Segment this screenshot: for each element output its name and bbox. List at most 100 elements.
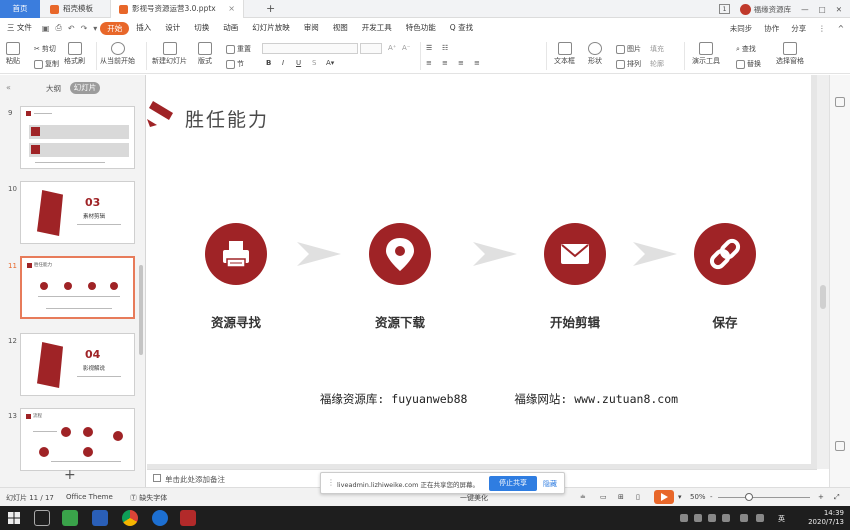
menu-insert[interactable]: 插入	[129, 18, 158, 38]
shape-button[interactable]: 形状	[588, 42, 602, 66]
tab-templates[interactable]: 稻壳模板	[42, 0, 106, 18]
add-slide-button[interactable]: +	[64, 467, 76, 483]
menu-search[interactable]: Q 查找	[443, 18, 480, 38]
fit-window-icon[interactable]: ⤢	[834, 493, 840, 502]
paste-button[interactable]: 粘贴	[6, 42, 20, 66]
tab-document[interactable]: 影视号资源运营3.0.pptx ×	[110, 0, 244, 18]
network-icon[interactable]	[740, 514, 748, 522]
menu-review[interactable]: 审阅	[297, 18, 326, 38]
wechat-icon[interactable]	[62, 510, 78, 526]
input-method[interactable]: 英	[778, 514, 785, 524]
layout-button[interactable]: 版式	[198, 42, 212, 66]
arrange-button[interactable]: 排列	[616, 59, 641, 69]
slide-thumbnail-10[interactable]: 03 素材剪辑	[20, 181, 135, 244]
print-icon[interactable]: ⎙	[52, 23, 64, 33]
replace-button[interactable]: 替换	[736, 59, 761, 69]
picture-button[interactable]: 图片	[616, 44, 641, 54]
panel-scrollbar[interactable]	[139, 265, 143, 355]
tray-icon[interactable]	[708, 514, 716, 522]
zoom-slider-knob[interactable]	[745, 493, 753, 501]
menu-transition[interactable]: 切换	[187, 18, 216, 38]
menu-slideshow[interactable]: 幻灯片放映	[245, 18, 297, 38]
underline-icon[interactable]: U	[296, 59, 301, 67]
normal-view-icon[interactable]: ▭	[600, 493, 607, 501]
textbox-button[interactable]: 文本框	[554, 42, 575, 66]
menu-animation[interactable]: 动画	[216, 18, 245, 38]
hide-banner-link[interactable]: 隐藏	[543, 479, 557, 489]
volume-icon[interactable]	[756, 514, 764, 522]
slide-thumbnail-12[interactable]: 04 影视解说	[20, 333, 135, 396]
collapse-panel-icon[interactable]: «	[6, 83, 11, 92]
close-tab-icon[interactable]: ×	[228, 0, 235, 18]
fill-button[interactable]: 填充	[650, 44, 664, 54]
windows-start-icon[interactable]	[8, 512, 20, 524]
slide-thumbnail-9[interactable]	[20, 106, 135, 169]
chrome-icon[interactable]	[122, 510, 138, 526]
play-menu-icon[interactable]: ▾	[678, 493, 682, 501]
selection-pane-button[interactable]: 选择窗格	[776, 42, 804, 66]
redo-icon[interactable]: ↷	[78, 24, 91, 33]
theme-name[interactable]: Office Theme	[66, 493, 113, 501]
more-options-icon[interactable]: ⋮	[818, 24, 826, 33]
wps-icon[interactable]	[180, 510, 196, 526]
slide-thumbnail-11[interactable]: 胜任能力	[20, 256, 135, 319]
tab-home[interactable]: 首页	[0, 0, 40, 18]
more-icon[interactable]: ▾	[90, 24, 100, 33]
menu-design[interactable]: 设计	[158, 18, 187, 38]
align-right-icon[interactable]: ≡	[458, 59, 464, 67]
tab-outline[interactable]: 大纲	[46, 83, 61, 94]
reading-view-icon[interactable]: ▯	[636, 493, 640, 501]
new-tab-button[interactable]: +	[266, 0, 275, 18]
tab-slides[interactable]: 幻灯片	[70, 82, 100, 94]
zoom-level[interactable]: 50%	[690, 493, 706, 501]
scrollbar-thumb[interactable]	[820, 285, 826, 309]
minimize-icon[interactable]: —	[801, 5, 809, 14]
collaborate-button[interactable]: 协作	[764, 23, 779, 34]
slideshow-play-button[interactable]	[654, 490, 674, 504]
save-icon[interactable]: ▣	[39, 24, 53, 33]
tray-icon[interactable]	[722, 514, 730, 522]
stop-sharing-button[interactable]: 停止共享	[489, 476, 537, 491]
slide-sorter-icon[interactable]: ⊞	[618, 493, 624, 501]
beautify-button[interactable]: 一键美化	[460, 493, 488, 503]
missing-font-button[interactable]: Ⓣ 缺失字体	[130, 493, 167, 503]
drag-handle-icon[interactable]: ⋮	[327, 478, 335, 487]
notes-toggle-icon[interactable]: ≐	[580, 493, 586, 501]
clock[interactable]: 14:39 2020/7/13	[808, 509, 844, 527]
close-window-icon[interactable]: ✕	[836, 5, 842, 14]
undo-icon[interactable]: ↶	[65, 24, 78, 33]
numbering-icon[interactable]: ☷	[442, 44, 448, 52]
menu-home[interactable]: 开始	[100, 21, 130, 35]
menu-features[interactable]: 特色功能	[399, 18, 443, 38]
tray-icon[interactable]	[680, 514, 688, 522]
app-icon[interactable]	[92, 510, 108, 526]
zoom-in-button[interactable]: +	[818, 493, 824, 501]
outline-button[interactable]: 轮廓	[650, 59, 664, 69]
slide-thumbnail-13[interactable]: 流程	[20, 408, 135, 471]
browser-icon[interactable]	[152, 510, 168, 526]
reset-button[interactable]: 重置	[226, 44, 251, 54]
share-button[interactable]: 分享	[791, 23, 806, 34]
font-color-icon[interactable]: A▾	[326, 59, 334, 67]
format-painter-button[interactable]: 格式刷	[64, 42, 85, 66]
cut-button[interactable]: ✂ 剪切	[34, 44, 56, 54]
present-tools-button[interactable]: 演示工具	[692, 42, 720, 66]
zoom-slider[interactable]	[718, 497, 810, 498]
canvas-scrollbar[interactable]	[817, 75, 829, 469]
italic-icon[interactable]: I	[282, 59, 284, 67]
strikethrough-icon[interactable]: S	[312, 59, 316, 67]
user-account[interactable]: 福缘资源库	[739, 3, 791, 15]
shrink-font-icon[interactable]: A⁻	[402, 44, 410, 52]
bold-icon[interactable]: B	[266, 59, 271, 67]
zoom-out-button[interactable]: -	[710, 493, 713, 501]
font-name-select[interactable]	[262, 43, 358, 54]
sync-status[interactable]: 未同步	[730, 23, 753, 34]
new-slide-button[interactable]: 新建幻灯片	[152, 42, 187, 66]
copy-button[interactable]: 复制	[34, 59, 59, 69]
bullets-icon[interactable]: ☰	[426, 44, 432, 52]
justify-icon[interactable]: ≡	[474, 59, 480, 67]
tray-icon[interactable]	[694, 514, 702, 522]
align-center-icon[interactable]: ≡	[442, 59, 448, 67]
play-from-current-button[interactable]: 从当前开始	[100, 42, 135, 66]
section-button[interactable]: 节	[226, 59, 244, 69]
